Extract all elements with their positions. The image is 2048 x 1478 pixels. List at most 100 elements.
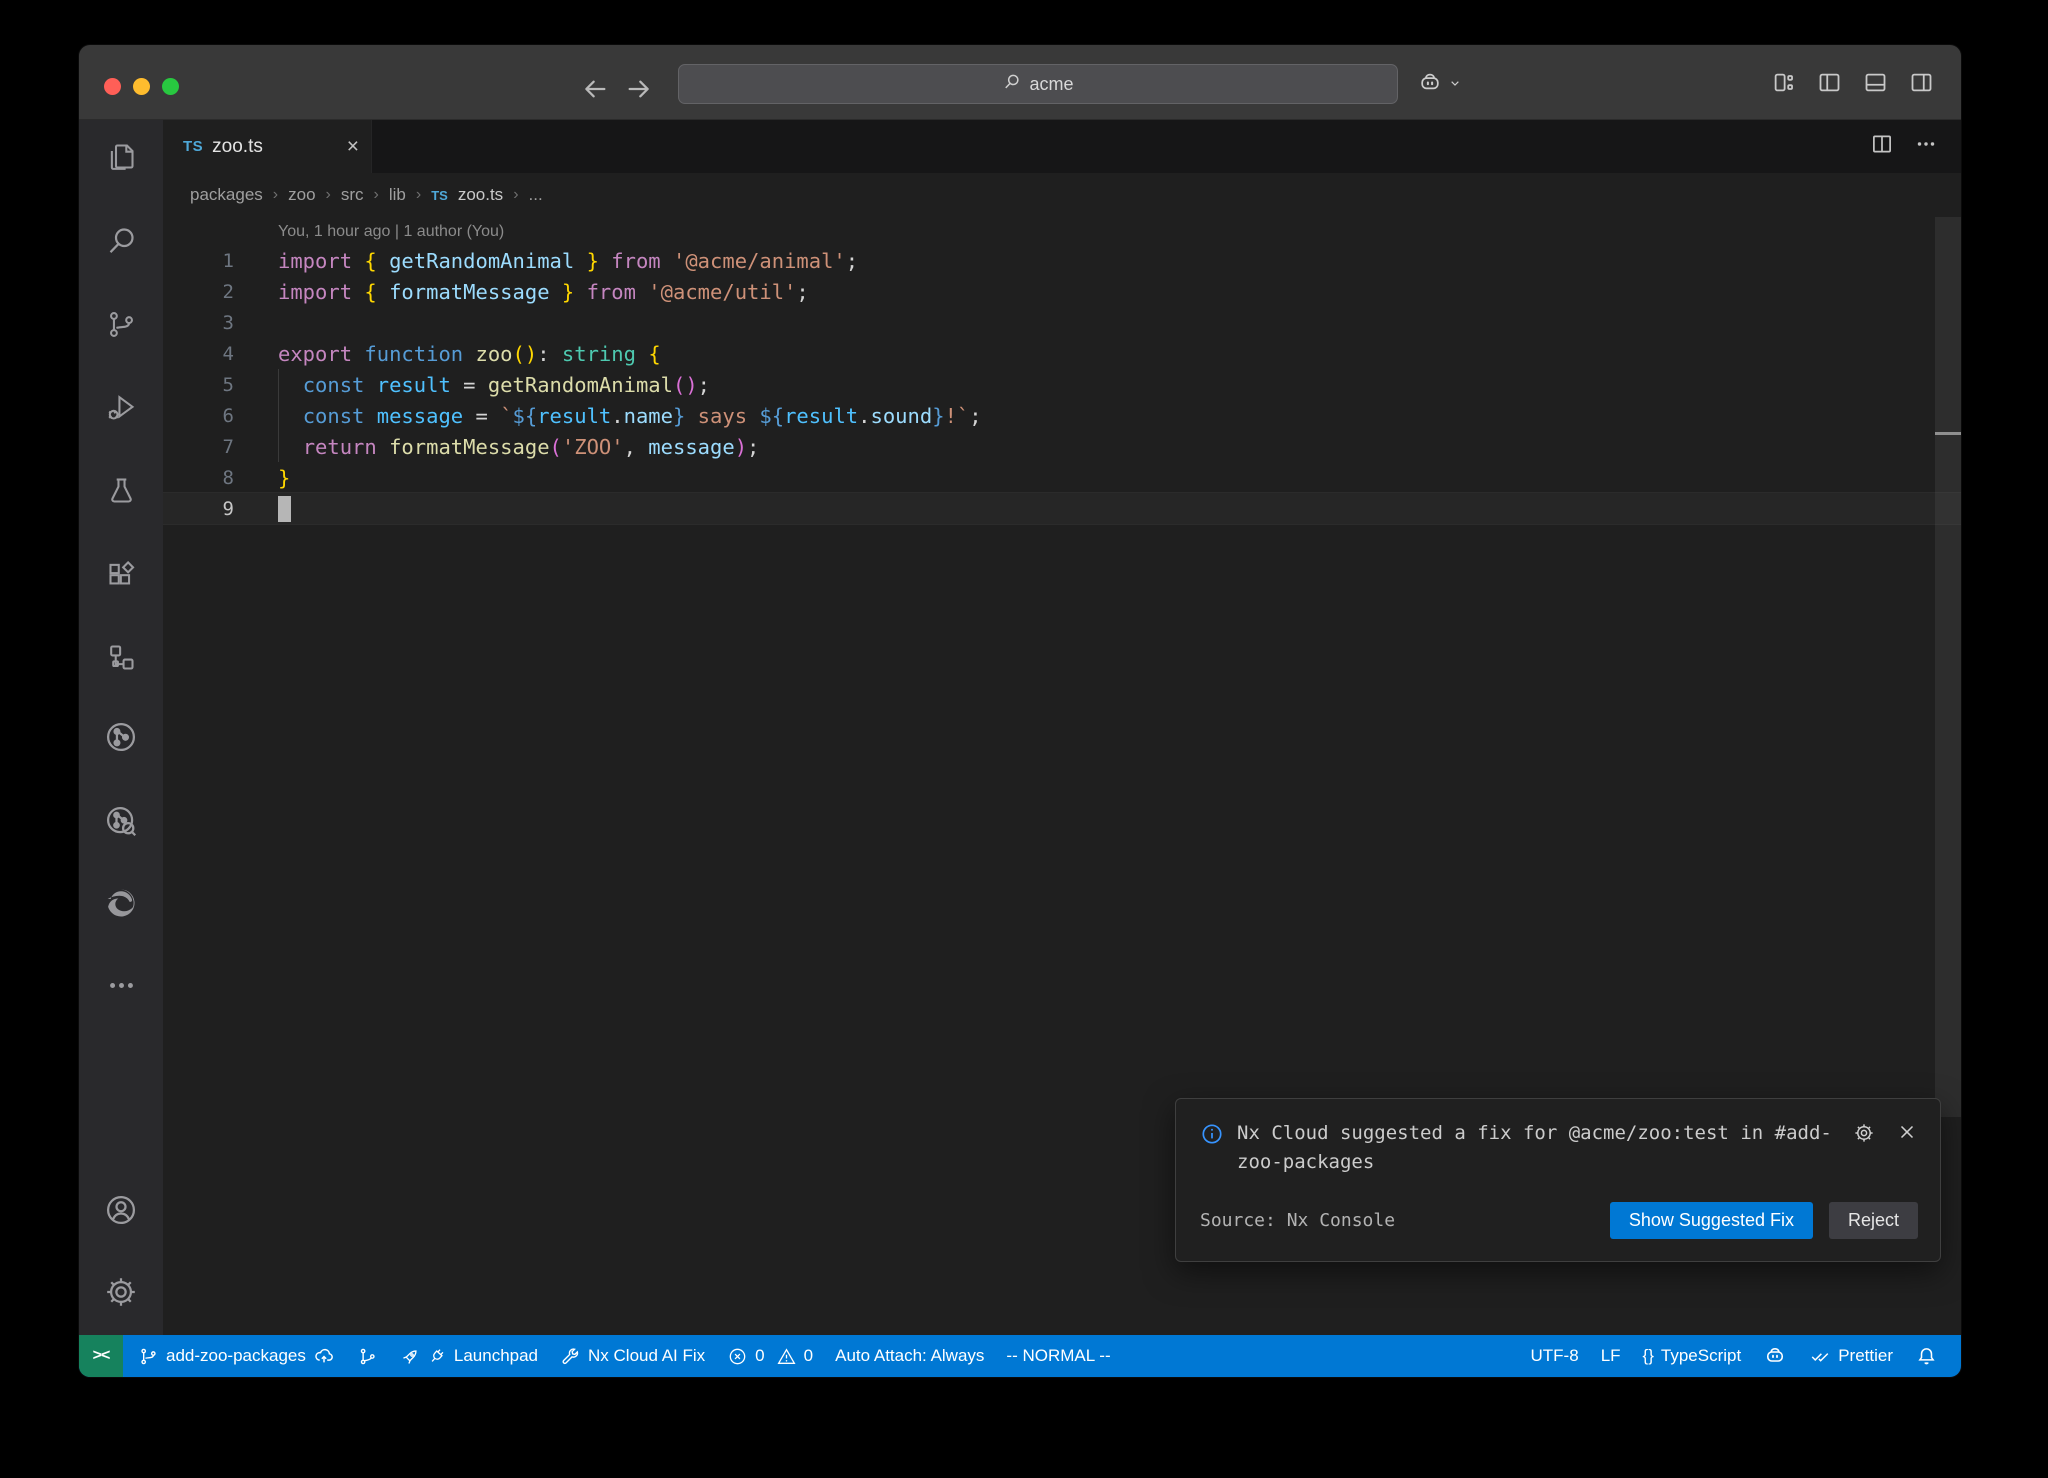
notification-close-icon[interactable] (1896, 1121, 1918, 1150)
code-text: const result = getRandomAnimal(); (278, 373, 710, 397)
notifications-bell-item[interactable] (1904, 1345, 1949, 1368)
formatter-status-item[interactable]: Prettier (1798, 1345, 1904, 1367)
code-line[interactable]: 1import { getRandomAnimal } from '@acme/… (163, 245, 1961, 276)
show-suggested-fix-button[interactable]: Show Suggested Fix (1610, 1202, 1813, 1239)
line-number[interactable]: 4 (163, 343, 278, 365)
code-line[interactable]: 6 const message = `${result.name} says $… (163, 400, 1961, 431)
wrench-icon (560, 1346, 581, 1367)
toggle-panel-icon[interactable] (1862, 69, 1889, 101)
code-text: const message = `${result.name} says ${r… (278, 404, 982, 428)
more-views-icon[interactable] (97, 961, 145, 1009)
go-forward-icon[interactable] (623, 73, 655, 105)
breadcrumb-item[interactable]: zoo (288, 185, 315, 205)
copilot-icon[interactable] (1417, 70, 1443, 101)
info-icon (1200, 1119, 1224, 1151)
code-line[interactable]: 4export function zoo(): string { (163, 338, 1961, 369)
branch-name: add-zoo-packages (166, 1346, 306, 1366)
language-status-item[interactable]: {} TypeScript (1632, 1346, 1753, 1366)
nx-project-graph-icon[interactable] (97, 713, 145, 761)
breadcrumb-item[interactable]: lib (389, 185, 406, 205)
breadcrumb-more[interactable]: ... (529, 185, 543, 205)
copilot-icon (1763, 1344, 1787, 1368)
code-line[interactable]: 8} (163, 462, 1961, 493)
edge-browser-icon[interactable] (97, 879, 145, 927)
toggle-secondary-sidebar-icon[interactable] (1908, 69, 1935, 101)
line-number[interactable]: 6 (163, 405, 278, 427)
toggle-primary-sidebar-icon[interactable] (1816, 69, 1843, 101)
line-number[interactable]: 1 (163, 250, 278, 272)
warnings-count: 0 (804, 1346, 813, 1366)
tab-close-icon[interactable]: × (347, 136, 359, 157)
breadcrumb-item[interactable]: src (341, 185, 364, 205)
close-window-button[interactable] (104, 78, 121, 95)
line-number[interactable]: 3 (163, 312, 278, 334)
errors-icon (727, 1346, 748, 1367)
explorer-icon[interactable] (97, 132, 145, 180)
split-editor-icon[interactable] (1869, 131, 1895, 162)
code-line[interactable]: 7 return formatMessage('ZOO', message); (163, 431, 1961, 462)
source-control-graph-status-item[interactable] (346, 1346, 389, 1367)
maximize-window-button[interactable] (162, 78, 179, 95)
nx-project-details-icon[interactable] (97, 797, 145, 845)
nx-console-icon[interactable] (97, 633, 145, 681)
tab-zoo-ts[interactable]: TS zoo.ts × (163, 120, 372, 173)
editor-scrollbar[interactable] (1935, 217, 1961, 1117)
auto-attach-status-item[interactable]: Auto Attach: Always (824, 1346, 995, 1366)
language-label: TypeScript (1661, 1346, 1741, 1366)
overview-ruler-cursor-mark (1935, 432, 1961, 435)
errors-count: 0 (755, 1346, 764, 1366)
code-line[interactable]: 2import { formatMessage } from '@acme/ut… (163, 276, 1961, 307)
notification-settings-gear-icon[interactable] (1852, 1121, 1876, 1150)
reject-button[interactable]: Reject (1829, 1202, 1918, 1239)
line-number[interactable]: 2 (163, 281, 278, 303)
code-text: import { formatMessage } from '@acme/uti… (278, 280, 809, 304)
breadcrumb-file[interactable]: zoo.ts (458, 185, 503, 205)
code-line[interactable]: 5 const result = getRandomAnimal(); (163, 369, 1961, 400)
line-number[interactable]: 9 (163, 498, 278, 520)
problems-status-item[interactable]: 0 0 (716, 1346, 824, 1367)
line-number[interactable]: 8 (163, 467, 278, 489)
line-number[interactable]: 5 (163, 374, 278, 396)
extensions-icon[interactable] (97, 550, 145, 598)
code-text (278, 496, 291, 522)
vim-mode-status-item[interactable]: -- NORMAL -- (995, 1346, 1121, 1366)
notification-message: Nx Cloud suggested a fix for @acme/zoo:t… (1237, 1119, 1837, 1178)
account-icon[interactable] (97, 1186, 145, 1234)
copilot-status-item[interactable] (1752, 1344, 1798, 1368)
code-line[interactable]: 3 (163, 307, 1961, 338)
launchpad-status-item[interactable]: Launchpad (389, 1346, 549, 1367)
run-debug-icon[interactable] (97, 383, 145, 431)
customize-layout-icon[interactable] (1770, 69, 1797, 101)
settings-gear-icon[interactable] (97, 1268, 145, 1316)
minimize-window-button[interactable] (133, 78, 150, 95)
vscode-window: acme (78, 44, 1962, 1378)
remote-indicator[interactable]: >< (79, 1335, 123, 1377)
code-text: return formatMessage('ZOO', message); (278, 435, 759, 459)
line-number[interactable]: 7 (163, 436, 278, 458)
command-center-search[interactable]: acme (678, 64, 1398, 104)
source-control-icon[interactable] (97, 300, 145, 348)
chevron-down-icon[interactable] (1447, 75, 1463, 96)
indent-guide (278, 369, 279, 462)
go-back-icon[interactable] (579, 73, 611, 105)
code-line[interactable]: 9 (163, 493, 1961, 524)
activity-bar (79, 120, 163, 1335)
more-actions-icon[interactable] (1913, 131, 1939, 162)
breadcrumb-item[interactable]: packages (190, 185, 263, 205)
code-editor[interactable]: You, 1 hour ago | 1 author (You) 1import… (163, 217, 1961, 1335)
typescript-file-icon: TS (431, 188, 448, 203)
git-blame-annotation[interactable]: You, 1 hour ago | 1 author (You) (278, 223, 1961, 245)
encoding-status-item[interactable]: UTF-8 (1520, 1346, 1590, 1366)
git-branch-status-item[interactable]: add-zoo-packages (127, 1345, 346, 1367)
notification-source: Source: Nx Console (1200, 1210, 1395, 1231)
eol-status-item[interactable]: LF (1590, 1346, 1632, 1366)
nx-cloud-fix-status-item[interactable]: Nx Cloud AI Fix (549, 1346, 716, 1367)
search-sidebar-icon[interactable] (97, 216, 145, 264)
code-text: export function zoo(): string { (278, 342, 661, 366)
breadcrumb: packages › zoo › src › lib › TS zoo.ts ›… (163, 173, 1961, 217)
editor-cursor (278, 496, 291, 522)
nx-cloud-fix-label: Nx Cloud AI Fix (588, 1346, 705, 1366)
testing-icon[interactable] (97, 466, 145, 514)
tab-label: zoo.ts (212, 136, 263, 158)
launchpad-label: Launchpad (454, 1346, 538, 1366)
